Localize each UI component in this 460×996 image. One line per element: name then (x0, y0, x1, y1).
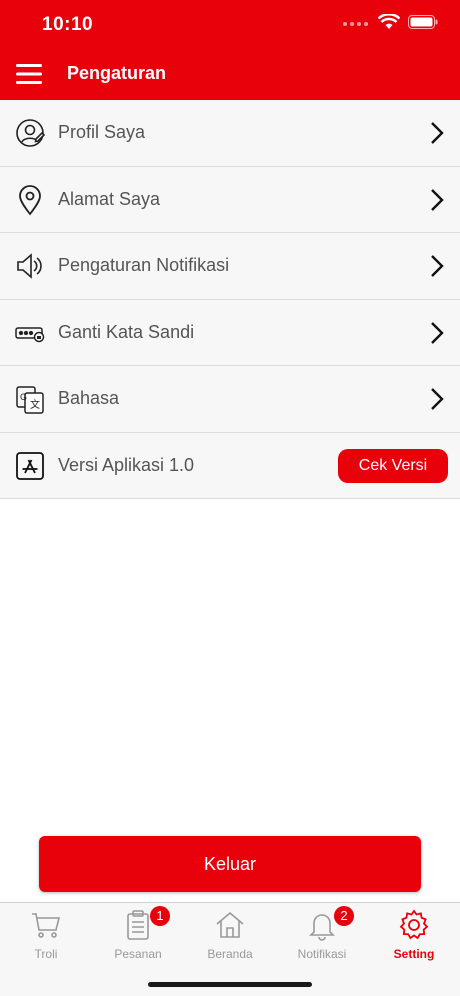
check-version-button[interactable]: Cek Versi (338, 448, 448, 483)
chevron-right-icon (428, 320, 446, 346)
tab-label: Notifikasi (297, 947, 347, 961)
tab-label: Beranda (207, 947, 253, 961)
wifi-icon (377, 12, 401, 35)
settings-item-password[interactable]: Ganti Kata Sandi (0, 299, 460, 366)
chevron-right-icon (428, 386, 446, 412)
settings-list: Profil Saya Alamat Saya Pengaturan Notif… (0, 100, 460, 499)
location-pin-icon (14, 184, 46, 216)
logout-button[interactable]: Keluar (39, 836, 421, 892)
app-store-icon (14, 450, 46, 482)
settings-item-label: Pengaturan Notifikasi (58, 255, 230, 275)
settings-item-address[interactable]: Alamat Saya (0, 166, 460, 233)
settings-item-label: Profil Saya (58, 122, 146, 142)
gear-icon (398, 909, 430, 941)
tab-label: Setting (393, 947, 435, 961)
hamburger-menu-icon[interactable] (14, 60, 48, 88)
chevron-right-icon (428, 253, 446, 279)
page-title: Pengaturan (67, 63, 167, 83)
profile-icon (14, 117, 46, 149)
status-time: 10:10 (42, 14, 94, 35)
status-bar: 10:10 (0, 0, 460, 48)
tab-label: Pesanan (114, 947, 162, 961)
settings-item-language[interactable]: G文 Bahasa (0, 366, 460, 433)
tab-notifikasi[interactable]: 2 Notifikasi (276, 906, 368, 965)
signal-icon (342, 16, 370, 34)
tab-beranda[interactable]: Beranda (184, 909, 276, 965)
app-header: Pengaturan (0, 48, 460, 100)
chevron-right-icon (428, 120, 446, 146)
cart-icon (30, 909, 62, 941)
password-icon (14, 317, 46, 349)
home-indicator (148, 982, 312, 987)
clipboard-icon: 1 (122, 906, 170, 941)
status-icons (342, 12, 438, 35)
chevron-right-icon (428, 187, 446, 213)
settings-item-label: Ganti Kata Sandi (58, 321, 195, 342)
tab-troli[interactable]: Troli (0, 909, 92, 965)
speaker-icon (14, 250, 46, 282)
settings-item-label: Bahasa (58, 388, 120, 408)
battery-icon (408, 15, 438, 34)
tab-label: Troli (34, 947, 58, 961)
badge-count: 1 (150, 906, 170, 926)
settings-item-profile[interactable]: Profil Saya (0, 100, 460, 167)
home-icon (214, 909, 246, 941)
tab-setting[interactable]: Setting (368, 909, 460, 965)
svg-text:文: 文 (30, 398, 40, 411)
settings-item-label: Alamat Saya (58, 188, 161, 209)
version-label: Versi Aplikasi 1.0 (58, 454, 195, 475)
settings-item-version: Versi Aplikasi 1.0 Cek Versi (0, 432, 460, 499)
svg-text:G: G (20, 392, 27, 402)
bell-icon: 2 (306, 906, 354, 941)
tab-pesanan[interactable]: 1 Pesanan (92, 906, 184, 965)
translate-icon: G文 (14, 383, 46, 415)
badge-count: 2 (334, 906, 354, 926)
settings-item-notification[interactable]: Pengaturan Notifikasi (0, 233, 460, 300)
